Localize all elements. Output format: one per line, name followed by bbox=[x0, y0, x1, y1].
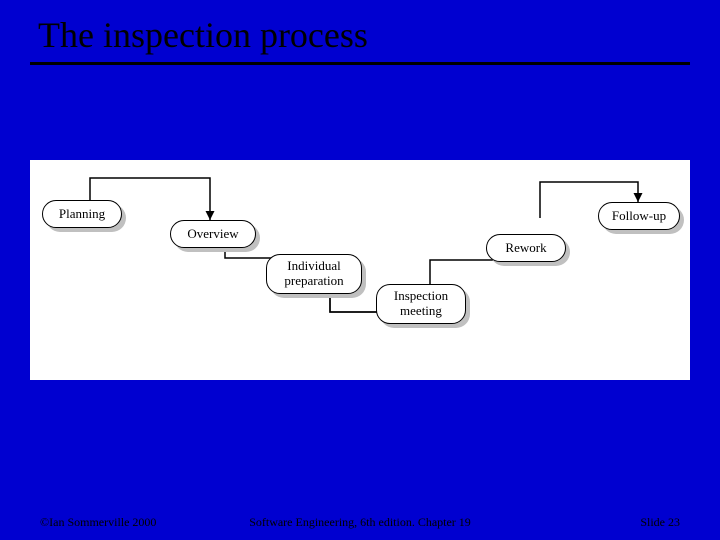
footer-slide-number: Slide 23 bbox=[640, 515, 680, 530]
node-individual-preparation: Individual preparation bbox=[266, 254, 362, 294]
node-inspection-meeting: Inspection meeting bbox=[376, 284, 466, 324]
node-follow-up: Follow-up bbox=[598, 202, 680, 230]
node-label: Follow-up bbox=[612, 209, 666, 224]
node-label: Overview bbox=[187, 227, 238, 242]
process-diagram: Planning Overview Individual preparation… bbox=[30, 160, 690, 380]
node-label: Rework bbox=[505, 241, 546, 256]
node-rework: Rework bbox=[486, 234, 566, 262]
node-planning: Planning bbox=[42, 200, 122, 228]
footer-book-ref: Software Engineering, 6th edition. Chapt… bbox=[0, 515, 720, 530]
slide-title: The inspection process bbox=[38, 14, 368, 56]
title-underline bbox=[30, 62, 690, 65]
node-label: Planning bbox=[59, 207, 105, 222]
node-label: Individual preparation bbox=[284, 259, 343, 289]
slide: The inspection process Pla bbox=[0, 0, 720, 540]
node-label: Inspection meeting bbox=[394, 289, 448, 319]
node-overview: Overview bbox=[170, 220, 256, 248]
